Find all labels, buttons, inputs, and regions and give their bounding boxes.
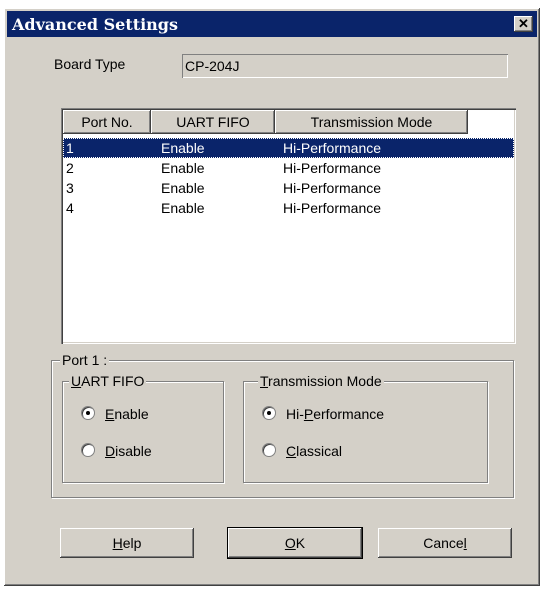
mode-cell: Hi-Performance: [283, 200, 382, 216]
radio-label: Hi-Performance: [286, 406, 385, 422]
close-icon: ✕: [518, 16, 529, 31]
fifo-cell: Enable: [161, 140, 205, 156]
uart-fifo-enable-radio[interactable]: Enable: [81, 404, 191, 424]
help-button[interactable]: Help: [60, 528, 194, 558]
port-cell: 2: [66, 160, 74, 176]
transmission-mode-group-title: Transmission Mode: [258, 373, 384, 389]
table-row[interactable]: 4 Enable Hi-Performance: [63, 198, 514, 218]
port-cell: 3: [66, 180, 74, 196]
uart-fifo-disable-radio[interactable]: Disable: [81, 441, 191, 461]
port-list[interactable]: Port No. UART FIFO Transmission Mode 1 E…: [61, 108, 516, 344]
cancel-button[interactable]: Cancel: [378, 528, 512, 558]
uart-fifo-group: UART FIFO Enable Disable: [62, 373, 224, 483]
table-row[interactable]: 2 Enable Hi-Performance: [63, 158, 514, 178]
radio-checked-icon: [81, 406, 95, 420]
port-group-title: Port 1 :: [60, 352, 110, 368]
radio-label: Classical: [286, 443, 343, 459]
title-bar[interactable]: Advanced Settings ✕: [7, 11, 537, 37]
fifo-cell: Enable: [161, 160, 205, 176]
hi-performance-radio[interactable]: Hi-Performance: [262, 404, 462, 424]
fifo-cell: Enable: [161, 180, 205, 196]
uart-fifo-group-title: UART FIFO: [69, 373, 147, 389]
window-title: Advanced Settings: [12, 15, 178, 34]
port-list-header: Port No. UART FIFO Transmission Mode: [63, 110, 514, 134]
column-header-port[interactable]: Port No.: [63, 110, 151, 134]
table-row[interactable]: 3 Enable Hi-Performance: [63, 178, 514, 198]
ok-button[interactable]: OK: [227, 527, 363, 559]
port-settings-group: Port 1 : UART FIFO Enable Disable Transm…: [51, 352, 514, 498]
radio-label: Disable: [105, 443, 152, 459]
port-cell: 4: [66, 200, 74, 216]
board-type-field: CP-204J: [182, 54, 508, 78]
radio-unchecked-icon: [262, 443, 276, 457]
mode-cell: Hi-Performance: [283, 140, 382, 156]
advanced-settings-dialog: Advanced Settings ✕ Board Type CP-204J P…: [4, 8, 540, 586]
board-type-label: Board Type: [54, 56, 126, 72]
table-row[interactable]: 1 Enable Hi-Performance: [63, 138, 514, 158]
close-button[interactable]: ✕: [514, 16, 533, 32]
column-header-transmission-mode[interactable]: Transmission Mode: [275, 110, 468, 134]
classical-radio[interactable]: Classical: [262, 441, 462, 461]
radio-label: Enable: [105, 406, 149, 422]
port-cell: 1: [66, 140, 74, 156]
mode-cell: Hi-Performance: [283, 160, 382, 176]
radio-checked-icon: [262, 406, 276, 420]
mode-cell: Hi-Performance: [283, 180, 382, 196]
column-header-uart-fifo[interactable]: UART FIFO: [151, 110, 275, 134]
transmission-mode-group: Transmission Mode Hi-Performance Classic…: [243, 373, 488, 483]
radio-unchecked-icon: [81, 443, 95, 457]
fifo-cell: Enable: [161, 200, 205, 216]
